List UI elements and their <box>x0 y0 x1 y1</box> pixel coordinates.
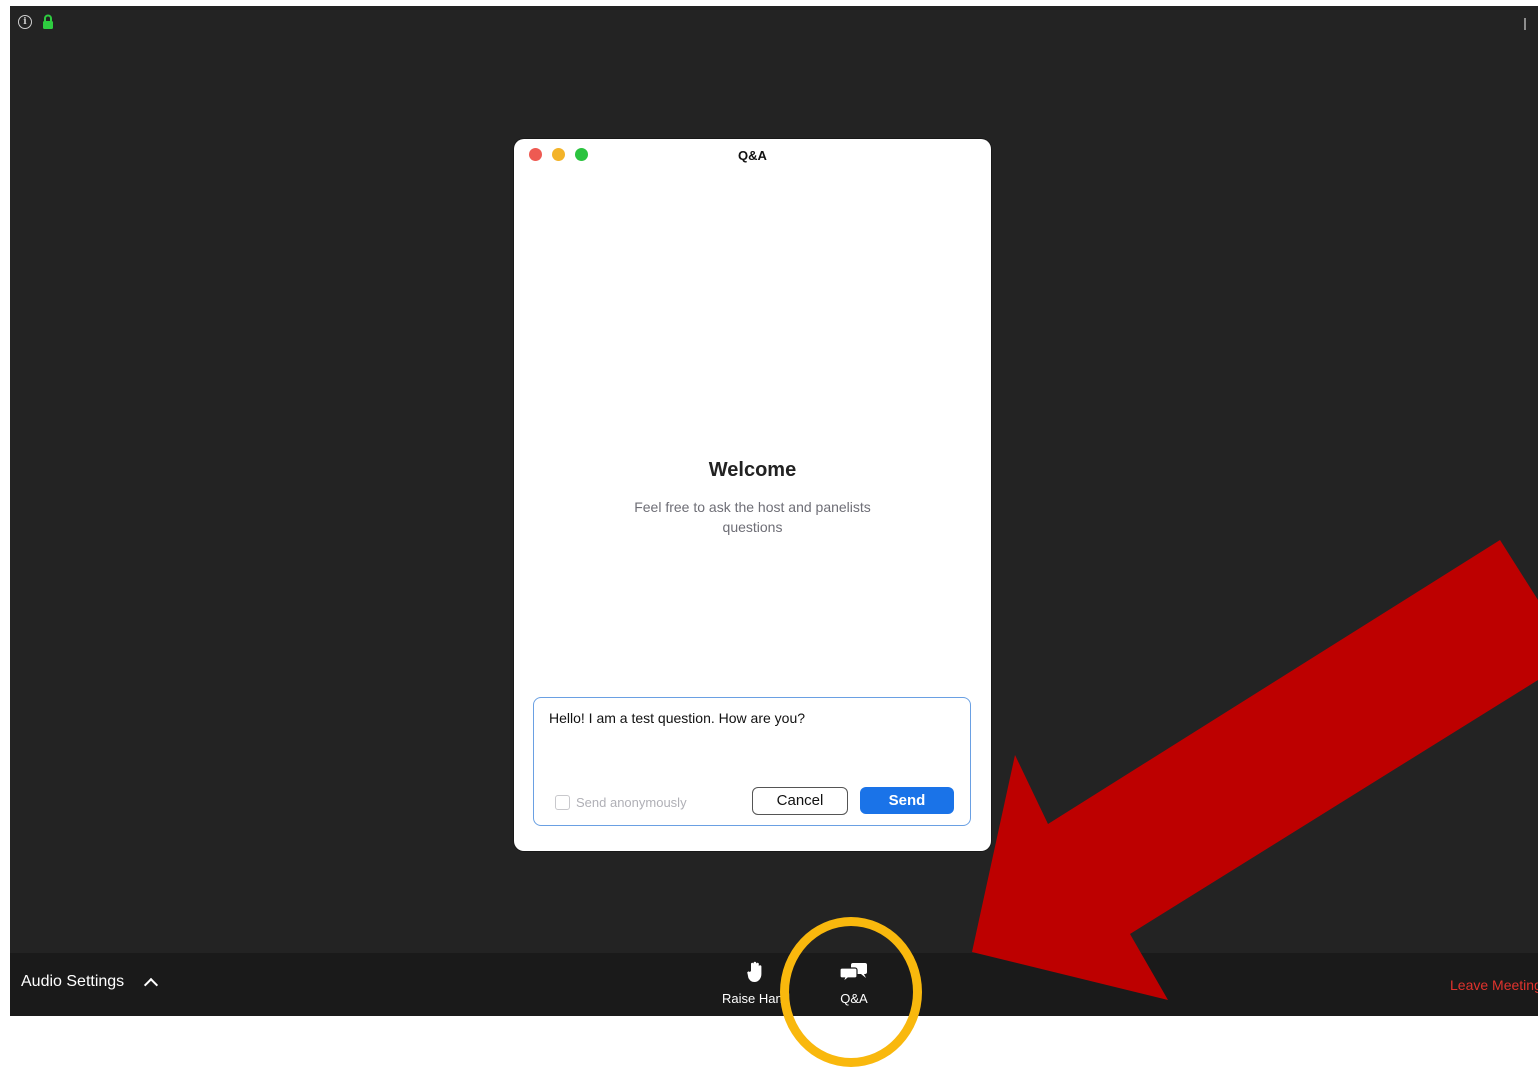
question-input-text[interactable]: Hello! I am a test question. How are you… <box>549 710 805 726</box>
send-button[interactable]: Send <box>860 787 954 814</box>
welcome-text: Feel free to ask the host and panelists … <box>634 499 871 535</box>
lock-icon[interactable] <box>42 14 54 30</box>
send-anonymously-label: Send anonymously <box>576 795 687 810</box>
audio-settings-button[interactable]: Audio Settings <box>21 973 159 992</box>
top-status-icons: i <box>18 14 54 30</box>
annotation-arrow-icon <box>972 540 1538 1000</box>
send-anonymously-checkbox[interactable] <box>555 795 570 810</box>
send-anonymously-option[interactable]: Send anonymously <box>555 795 687 810</box>
hand-icon <box>747 961 762 982</box>
info-icon[interactable]: i <box>18 15 32 29</box>
question-input[interactable]: Hello! I am a test question. How are you… <box>533 697 971 826</box>
cancel-button[interactable]: Cancel <box>752 787 848 815</box>
annotation-highlight-circle <box>780 917 922 1067</box>
audio-settings-label: Audio Settings <box>21 973 125 990</box>
fullscreen-icon[interactable] <box>1524 18 1536 30</box>
dialog-title: Q&A <box>738 148 767 163</box>
welcome-title: Welcome <box>708 459 797 481</box>
chevron-up-icon[interactable] <box>144 977 159 992</box>
qa-dialog: Q&A Welcome Feel free to ask the host an… <box>514 139 991 851</box>
